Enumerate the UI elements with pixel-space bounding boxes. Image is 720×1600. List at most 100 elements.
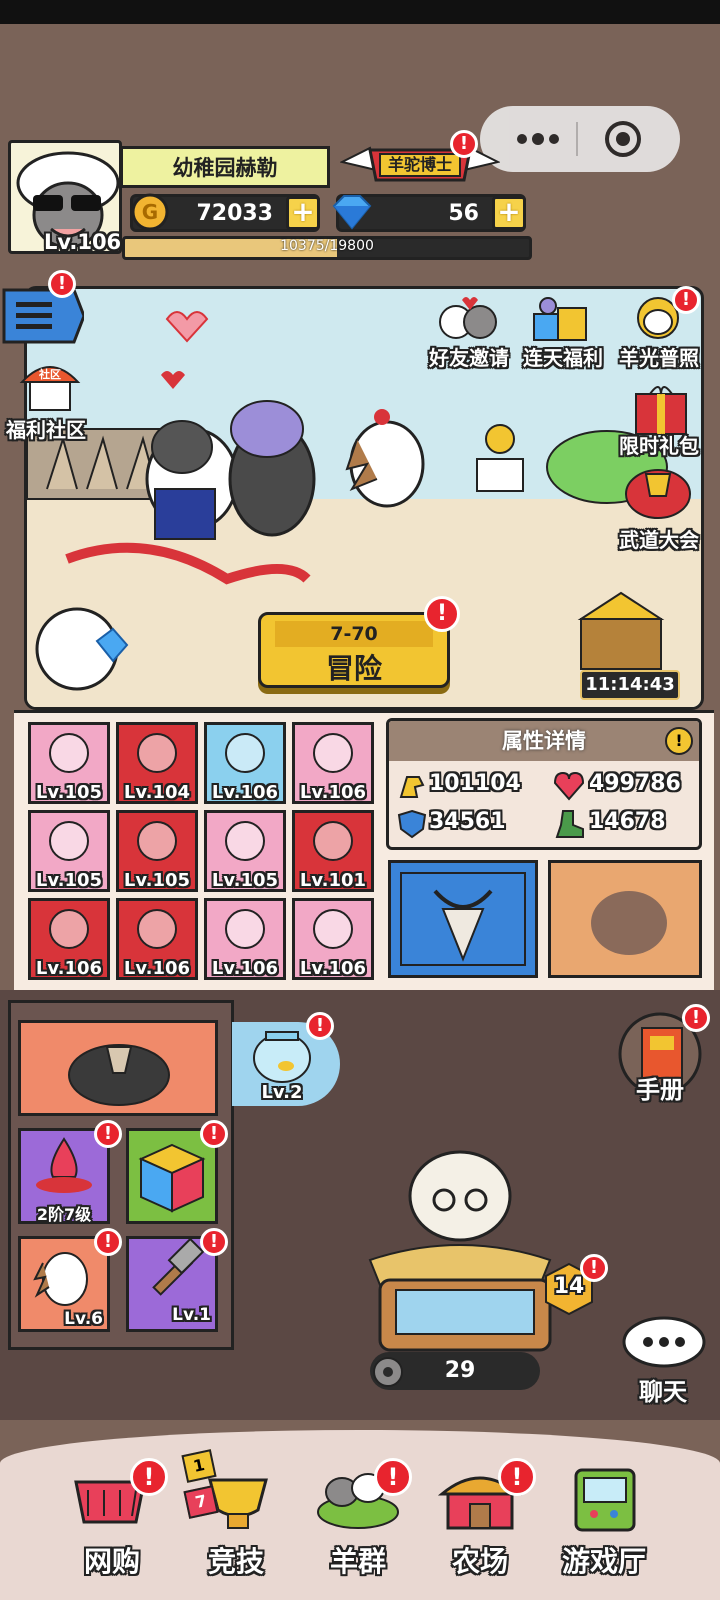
nav-arcade[interactable]: 游戏厅	[544, 1460, 664, 1580]
fishbowl-alert-badge: !	[306, 1012, 334, 1040]
hay-count: 29	[444, 1358, 476, 1383]
friends-icon[interactable]	[436, 294, 500, 344]
rubiks-cube-icon	[138, 1143, 206, 1213]
flower-pot-icon	[225, 821, 265, 861]
gift-pile-icon[interactable]	[528, 294, 592, 344]
speed-value: 14678	[589, 809, 666, 834]
adventure-label: 冒险	[325, 652, 382, 685]
sheep-photo-label[interactable]: 羊光普照	[604, 342, 714, 371]
attribute-header: 属性详情	[389, 721, 699, 761]
hedgehog-icon	[33, 1252, 88, 1306]
hammer-level: Lv.1	[172, 1305, 211, 1325]
capsule-divider	[576, 122, 578, 156]
chat-label[interactable]: 聊天	[618, 1372, 708, 1407]
equipment-slot-drum[interactable]: Lv.106	[292, 722, 374, 804]
community-house-icon[interactable]: 社区	[18, 356, 82, 412]
attribute-details[interactable]: 属性详情 ! 101104 499786 34561 14678	[386, 718, 702, 850]
gold-value: 72033	[196, 200, 273, 226]
add-diamond-button[interactable]: +	[492, 196, 526, 230]
equipment-level: Lv.106	[299, 782, 367, 803]
hedgehog-level: Lv.6	[64, 1309, 103, 1329]
equipment-level: Lv.106	[35, 958, 103, 979]
shop-alert-badge: !	[130, 1458, 168, 1496]
gold-coin-icon: G	[130, 192, 170, 232]
tier-label: 2阶7级	[36, 1205, 92, 1224]
equipment-level: Lv.104	[123, 782, 191, 803]
cabbage-icon	[49, 909, 89, 949]
adventure-button[interactable]: 7-70 冒险	[258, 612, 450, 688]
equipment-slot-cat-plush[interactable]: Lv.105	[28, 810, 110, 892]
player-level: Lv.106	[44, 230, 122, 254]
diamond-icon	[330, 192, 374, 232]
equipment-slot-bonsai[interactable]: Lv.101	[292, 810, 374, 892]
hay-counter[interactable]: 29	[370, 1352, 540, 1390]
equipment-slot-straw-hat-table[interactable]: Lv.105	[116, 810, 198, 892]
exp-text: 10375/19800	[280, 238, 374, 254]
equipment-level: Lv.106	[123, 958, 191, 979]
miniprogram-capsule	[480, 106, 680, 172]
handbook-label[interactable]: 手册	[614, 1070, 706, 1105]
info-icon[interactable]: !	[665, 727, 693, 755]
equipment-slot-fence[interactable]: Lv.106	[292, 898, 374, 980]
sheep-photo-alert-badge: !	[672, 286, 700, 314]
pendant-icon	[400, 872, 526, 966]
equipment-slot-wooden-desk[interactable]: Lv.106	[116, 898, 198, 980]
fence-icon	[313, 909, 353, 949]
silhouette-icon	[591, 891, 667, 955]
fishbowl-level: Lv.2	[261, 1082, 303, 1103]
limited-gift-label[interactable]: 限时礼包	[604, 430, 714, 459]
equipment-slot-flower-pot[interactable]: Lv.105	[204, 810, 286, 892]
close-target-icon[interactable]	[604, 120, 642, 158]
equipment-level: Lv.105	[211, 870, 279, 891]
chest-timer[interactable]: 11:14:43	[580, 670, 680, 700]
equipment-slot-blue-bird[interactable]: Lv.104	[116, 722, 198, 804]
pendant-slot[interactable]	[388, 860, 538, 978]
equipment-slot-pelican[interactable]: Lv.106	[204, 722, 286, 804]
flock-alert-badge: !	[374, 1458, 412, 1496]
defense-value: 34561	[429, 809, 506, 834]
chat-cloud-icon[interactable]	[618, 1310, 708, 1370]
hammer-alert-badge: !	[200, 1228, 228, 1256]
add-gold-button[interactable]: +	[286, 196, 320, 230]
nav-flock-label: 羊群	[329, 1545, 386, 1578]
adventure-stage: 7-70	[275, 621, 433, 647]
menu-alert-badge: !	[48, 270, 76, 298]
handbook-alert-badge: !	[682, 1004, 710, 1032]
attack-value: 101104	[429, 771, 521, 796]
equipment-level: Lv.105	[123, 870, 191, 891]
daily-welfare-label[interactable]: 连天福利	[508, 342, 618, 371]
equipment-level: Lv.101	[299, 870, 367, 891]
fishbowl-icon	[253, 1031, 311, 1083]
flame-drop-icon	[36, 1137, 92, 1193]
hedgehog-alert-badge: !	[94, 1228, 122, 1256]
welfare-community-label[interactable]: 福利社区	[0, 414, 92, 443]
more-dots-icon[interactable]	[508, 128, 568, 150]
wizard-hat-icon	[49, 733, 89, 773]
title-label: 羊驼博士	[387, 155, 452, 174]
equipment-level: Lv.106	[211, 782, 279, 803]
equipment-slot-wizard-hat[interactable]: Lv.105	[28, 722, 110, 804]
community-sign: 社区	[39, 368, 61, 381]
equipment-level: Lv.105	[35, 782, 103, 803]
status-bar	[0, 0, 720, 24]
equipment-level: Lv.106	[211, 958, 279, 979]
coat-icon	[68, 1044, 170, 1106]
wardrobe-card[interactable]	[18, 1020, 218, 1116]
equipment-slot-pitchfork[interactable]: Lv.106	[204, 898, 286, 980]
wooden-desk-icon	[137, 909, 177, 949]
attack-icon	[397, 771, 427, 805]
farm-alert-badge: !	[498, 1458, 536, 1496]
gift-box-icon[interactable]	[630, 380, 692, 436]
hp-value: 499786	[589, 771, 681, 796]
diamond-value: 56	[448, 200, 479, 226]
empty-pet-slot[interactable]	[548, 860, 702, 978]
player-name[interactable]: 幼稚园赫勒	[120, 146, 330, 188]
trophy-icon[interactable]	[620, 460, 696, 520]
nav-arena-label: 竞技	[207, 1545, 264, 1578]
equipment-slot-cabbage[interactable]: Lv.106	[28, 898, 110, 980]
drum-icon	[313, 733, 353, 773]
svg-text:G: G	[142, 200, 158, 224]
pitchfork-icon	[225, 909, 265, 949]
equipment-level: Lv.106	[299, 958, 367, 979]
martial-arts-label[interactable]: 武道大会	[604, 524, 714, 553]
